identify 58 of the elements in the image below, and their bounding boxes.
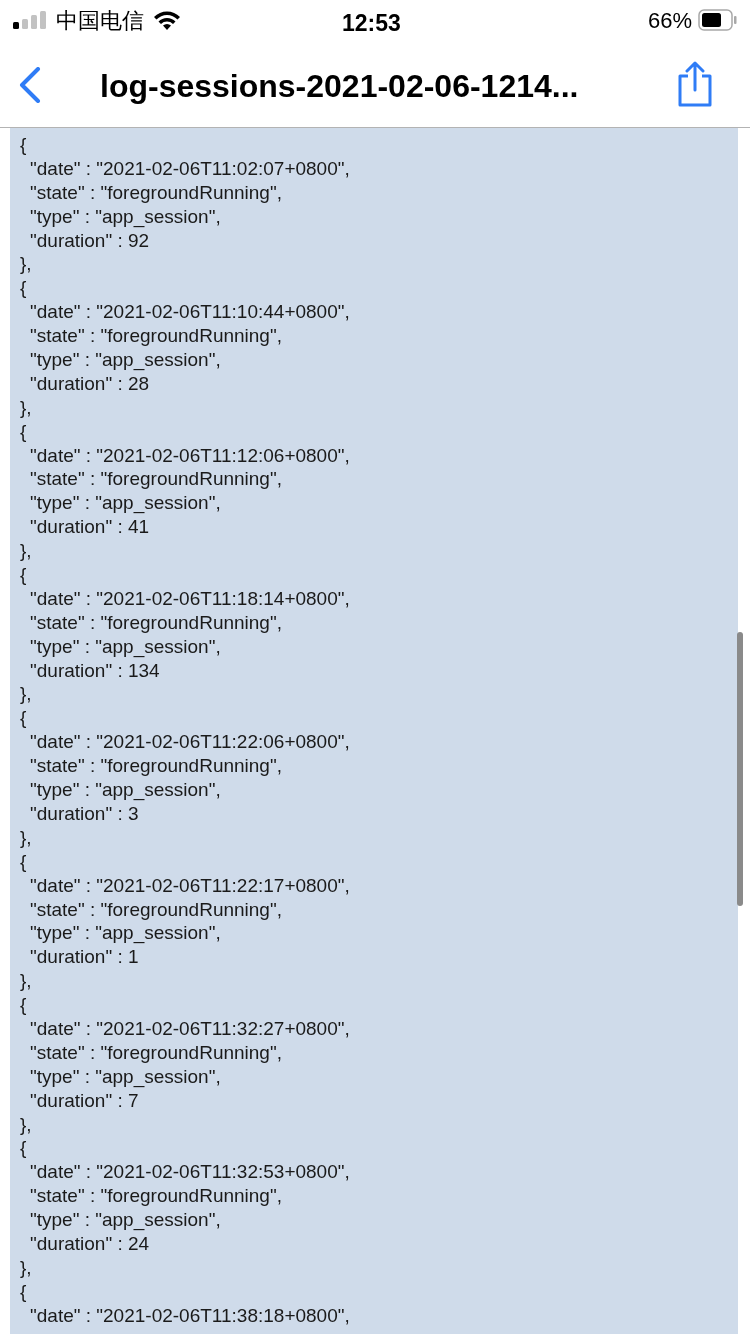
code-line: }, <box>19 825 33 850</box>
code-line: "state" : "foregroundRunning", <box>29 180 283 205</box>
code-line: }, <box>19 969 33 994</box>
clock-time: 12:53 <box>342 9 401 38</box>
carrier-name: 中国电信 <box>56 6 144 35</box>
code-line: { <box>19 993 28 1017</box>
code-line: }, <box>19 1255 33 1280</box>
code-line: { <box>19 276 28 301</box>
code-line: { <box>19 563 28 587</box>
code-line: "state" : "foregroundRunning", <box>29 1184 283 1209</box>
code-line: }, <box>19 539 33 564</box>
code-line: "state" : "foregroundRunning", <box>29 610 283 635</box>
code-line: "duration" : 24 <box>29 1231 151 1256</box>
code-line: "type" : "app_session", <box>29 634 222 659</box>
code-line: }, <box>19 395 33 420</box>
code-line: "type" : "app_session", <box>29 1208 222 1232</box>
code-line: "date" : "2021-02-06T11:32:27+0800", <box>29 1016 351 1041</box>
code-line: "state" : "foregroundRunning", <box>29 897 283 922</box>
code-line: "date" : "2021-02-06T11:18:14+0800", <box>29 586 351 611</box>
code-line: "duration" : 92 <box>29 228 151 253</box>
code-line: "duration" : 7 <box>29 1088 140 1113</box>
code-line: "date" : "2021-02-06T11:02:07+0800", <box>29 156 351 181</box>
code-line: "date" : "2021-02-06T11:38:18+0800", <box>29 1303 351 1328</box>
code-line: "duration" : 134 <box>29 658 161 683</box>
code-line: "duration" : 41 <box>29 515 151 540</box>
code-line: "type" : "app_session", <box>29 921 222 946</box>
code-line: "type" : "app_session", <box>29 491 222 516</box>
code-line: "state" : "foregroundRunning", <box>29 467 283 492</box>
code-line: }, <box>19 252 33 277</box>
code-line: { <box>19 1136 28 1161</box>
code-line: { <box>19 133 28 157</box>
chevron-left-icon <box>19 67 41 103</box>
code-line: { <box>19 706 28 731</box>
code-line: "state" : "foregroundRunning", <box>29 754 283 779</box>
code-line: "duration" : 3 <box>29 801 140 826</box>
code-line: "type" : "app_session", <box>29 348 222 372</box>
code-line: "date" : "2021-02-06T11:32:53+0800", <box>29 1160 351 1185</box>
code-line: "duration" : 28 <box>29 371 151 396</box>
code-line: "date" : "2021-02-06T11:10:44+0800", <box>29 300 351 325</box>
code-line: { <box>19 849 28 874</box>
signal-icon <box>12 10 48 30</box>
code-line: "date" : "2021-02-06T11:22:17+0800", <box>29 873 351 898</box>
code-line: "duration" : 1 <box>29 945 140 970</box>
code-line: "date" : "2021-02-06T11:22:06+0800", <box>29 730 351 755</box>
nav-title: log-sessions-2021-02-06-1214... <box>100 67 579 106</box>
code-line: { <box>19 1279 28 1304</box>
battery-percentage: 66% <box>647 6 692 35</box>
code-line: }, <box>19 1112 33 1137</box>
code-line: "date" : "2021-02-06T11:12:06+0800", <box>29 443 351 468</box>
code-line: "type" : "app_session", <box>29 204 222 229</box>
code-line: "state" : "foregroundRunning", <box>29 324 283 348</box>
code-line: "state" : "foregroundRunning", <box>29 1040 283 1065</box>
code-line: { <box>19 419 28 444</box>
battery-icon <box>698 9 738 31</box>
wifi-icon <box>152 9 182 31</box>
code-line: "type" : "app_session", <box>29 778 222 802</box>
code-line: "type" : "app_session", <box>29 1064 222 1089</box>
code-line: }, <box>19 682 33 707</box>
